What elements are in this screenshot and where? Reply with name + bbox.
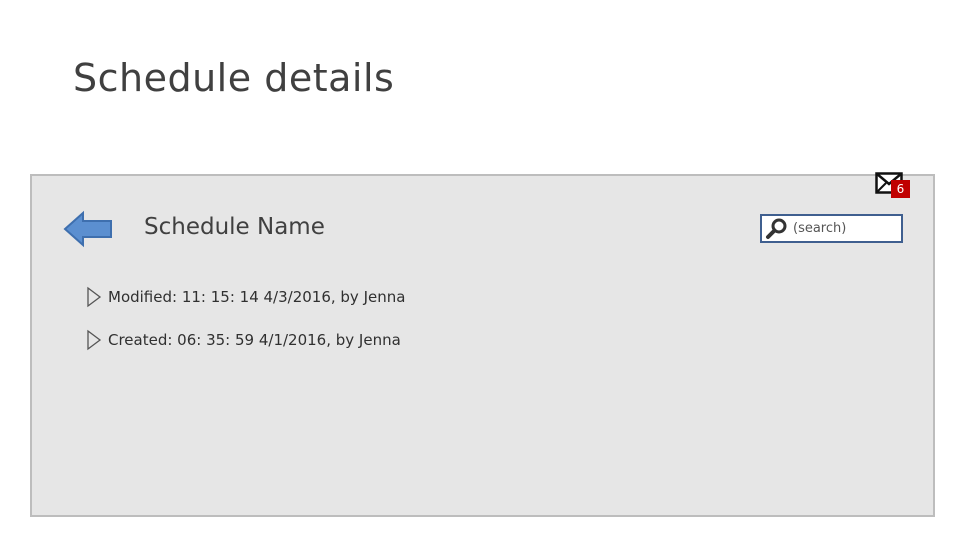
search-placeholder: (search) <box>793 221 847 236</box>
created-text: Created: 06: 35: 59 4/1/2016, by Jenna <box>108 331 401 349</box>
modified-row[interactable]: Modified: 11: 15: 14 4/3/2016, by Jenna <box>86 286 405 308</box>
back-arrow-icon[interactable] <box>63 210 113 248</box>
created-row[interactable]: Created: 06: 35: 59 4/1/2016, by Jenna <box>86 329 401 351</box>
modified-text: Modified: 11: 15: 14 4/3/2016, by Jenna <box>108 288 406 306</box>
expand-triangle-icon[interactable] <box>86 329 102 351</box>
expand-triangle-icon[interactable] <box>86 286 102 308</box>
page-title: Schedule details <box>73 56 395 100</box>
search-icon <box>766 218 787 239</box>
search-input[interactable]: (search) <box>760 214 903 243</box>
notification-count-badge: 6 <box>891 180 910 198</box>
schedule-name-heading: Schedule Name <box>144 214 325 240</box>
